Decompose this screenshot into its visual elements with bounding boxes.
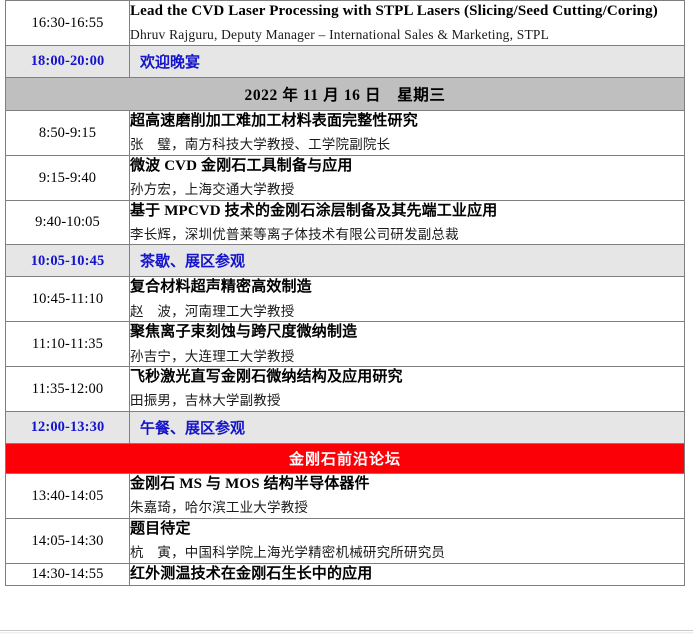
forum-banner-row: 金刚石前沿论坛 (5, 443, 685, 475)
session-title: 红外测温技术在金刚石生长中的应用 (130, 565, 373, 582)
table-row: 10:45-11:10 复合材料超声精密高效制造赵 波，河南理工大学教授 (5, 276, 685, 323)
session-time-cell: 14:05-14:30 (5, 517, 130, 564)
session-time-cell: 9:15-9:40 (5, 154, 130, 201)
break-label-cell: 欢迎晚宴 (129, 44, 685, 78)
session-content-cell: 微波 CVD 金刚石工具制备与应用 孙方宏，上海交通大学教授 (129, 154, 685, 201)
conference-schedule-table: 16:30-16:55 Lead the CVD Laser Processing… (5, 0, 685, 587)
session-time-cell: 18:00-20:00 (5, 44, 130, 78)
session-content-cell: 复合材料超声精密高效制造赵 波，河南理工大学教授 (129, 276, 685, 323)
session-time-cell: 16:30-16:55 (5, 0, 130, 46)
session-title: 题目待定 (130, 520, 191, 537)
table-row: 11:10-11:35 聚焦离子束刻蚀与跨尺度微纳制造 孙吉宁，大连理工大学教授 (5, 321, 685, 368)
session-time-cell: 10:05-10:45 (5, 244, 130, 278)
session-speaker: 张 璧，南方科技大学教授、工学院副院长 (130, 137, 391, 153)
session-speaker: 田振男，吉林大学副教授 (130, 393, 281, 409)
date-header-row: 2022 年 11 月 16 日 星期三 (5, 76, 685, 111)
session-speaker: 朱嘉琦，哈尔滨工业大学教授 (130, 500, 309, 516)
table-row: 11:35-12:00 飞秒激光直写金刚石微纳结构及应用研究 田振男，吉林大学副教授 (5, 366, 685, 413)
session-speaker: 杭 寅，中国科学院上海光学精密机械研究所研究员 (130, 545, 446, 561)
session-content-cell: 金刚石 MS 与 MOS 结构半导体器件 朱嘉琦，哈尔滨工业大学教授 (129, 473, 685, 519)
break-row: 10:05-10:45 茶歇、展区参观 (5, 244, 685, 278)
session-content-cell: 红外测温技术在金刚石生长中的应用 (129, 562, 685, 587)
session-time-cell: 11:35-12:00 (5, 366, 130, 413)
session-speaker: Dhruv Rajguru, Deputy Manager – Internat… (130, 27, 550, 43)
table-row: 14:30-14:55 红外测温技术在金刚石生长中的应用 (5, 562, 685, 587)
session-content-cell: 飞秒激光直写金刚石微纳结构及应用研究 田振男，吉林大学副教授 (129, 366, 685, 413)
table-row: 9:15-9:40 微波 CVD 金刚石工具制备与应用 孙方宏，上海交通大学教授 (5, 154, 685, 201)
break-row: 18:00-20:00 欢迎晚宴 (5, 44, 685, 78)
session-title: 金刚石 MS 与 MOS 结构半导体器件 (130, 476, 370, 493)
break-label-cell: 午餐、展区参观 (129, 411, 685, 445)
forum-banner-label: 金刚石前沿论坛 (5, 443, 685, 475)
session-title: 微波 CVD 金刚石工具制备与应用 (130, 157, 353, 174)
session-speaker: 赵 波，河南理工大学教授 (130, 303, 295, 319)
date-header-label: 2022 年 11 月 16 日 星期三 (5, 76, 685, 111)
session-content-cell: 基于 MPCVD 技术的金刚石涂层制备及其先端工业应用 李长辉，深圳优普莱等离子体… (129, 199, 685, 246)
table-row: 13:40-14:05 金刚石 MS 与 MOS 结构半导体器件 朱嘉琦，哈尔滨工业… (5, 473, 685, 519)
table-row: 16:30-16:55 Lead the CVD Laser Processing… (5, 0, 685, 46)
page-root: 16:30-16:55 Lead the CVD Laser Processing… (0, 0, 693, 639)
session-title: 飞秒激光直写金刚石微纳结构及应用研究 (130, 369, 403, 386)
session-speaker: 李长辉，深圳优普莱等离子体技术有限公司研发副总裁 (130, 226, 459, 242)
session-time-cell: 10:45-11:10 (5, 276, 130, 323)
break-label-cell: 茶歇、展区参观 (129, 244, 685, 278)
session-time-cell: 8:50-9:15 (5, 109, 130, 156)
page-bottom-edge (0, 630, 693, 639)
session-time-cell: 9:40-10:05 (5, 199, 130, 246)
session-title: Lead the CVD Laser Processing with STPL … (130, 3, 658, 19)
table-row: 8:50-9:15 超高速磨削加工难加工材料表面完整性研究张 璧，南方科技大学教授… (5, 109, 685, 156)
session-time-cell: 14:30-14:55 (5, 562, 130, 587)
schedule-table-wrapper: 16:30-16:55 Lead the CVD Laser Processing… (5, 0, 685, 587)
session-title: 超高速磨削加工难加工材料表面完整性研究 (130, 112, 418, 129)
session-speaker: 孙方宏，上海交通大学教授 (130, 182, 295, 198)
session-content-cell: Lead the CVD Laser Processing with STPL … (129, 0, 685, 46)
session-time-cell: 11:10-11:35 (5, 321, 130, 368)
session-content-cell: 题目待定杭 寅，中国科学院上海光学精密机械研究所研究员 (129, 517, 685, 564)
session-content-cell: 超高速磨削加工难加工材料表面完整性研究张 璧，南方科技大学教授、工学院副院长 (129, 109, 685, 156)
session-speaker: 孙吉宁，大连理工大学教授 (130, 348, 295, 364)
schedule-table-body: 16:30-16:55 Lead the CVD Laser Processing… (5, 0, 685, 587)
session-time-cell: 13:40-14:05 (5, 473, 130, 519)
session-title: 基于 MPCVD 技术的金刚石涂层制备及其先端工业应用 (130, 202, 498, 219)
session-content-cell: 聚焦离子束刻蚀与跨尺度微纳制造 孙吉宁，大连理工大学教授 (129, 321, 685, 368)
table-row: 14:05-14:30 题目待定杭 寅，中国科学院上海光学精密机械研究所研究员 (5, 517, 685, 564)
session-title: 聚焦离子束刻蚀与跨尺度微纳制造 (130, 324, 358, 341)
session-title: 复合材料超声精密高效制造 (130, 279, 312, 296)
table-row: 9:40-10:05 基于 MPCVD 技术的金刚石涂层制备及其先端工业应用 李长辉… (5, 199, 685, 246)
break-row: 12:00-13:30 午餐、展区参观 (5, 411, 685, 445)
session-time-cell: 12:00-13:30 (5, 411, 130, 445)
